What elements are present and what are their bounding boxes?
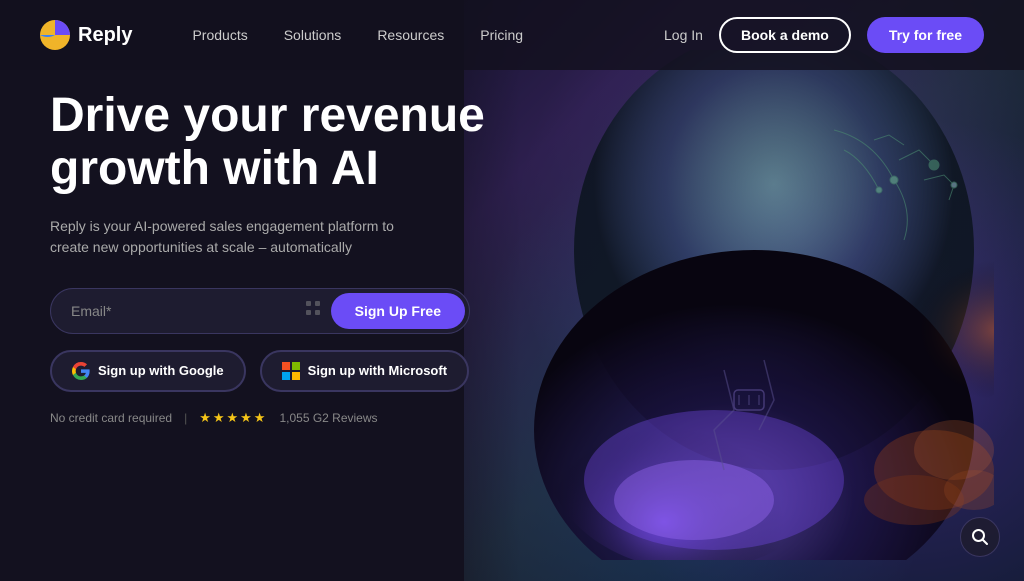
hero-content: Drive your revenue growth with AI Reply … [50,90,550,426]
no-card-text: No credit card required [50,411,172,425]
brand-name: Reply [78,24,132,47]
microsoft-btn-label: Sign up with Microsoft [308,363,447,378]
navbar: Reply Products Solutions Resources Prici… [0,0,1024,70]
nav-products[interactable]: Products [192,27,247,43]
social-buttons: Sign up with Google Sign up with Microso… [50,350,550,392]
grid-icon [305,300,321,321]
trust-bar: No credit card required | ★★★★★ 1,055 G2… [50,410,550,426]
nav-pricing[interactable]: Pricing [480,27,523,43]
microsoft-icon [282,362,300,380]
divider: | [184,411,187,425]
login-button[interactable]: Log In [664,27,703,43]
review-count: 1,055 G2 Reviews [279,411,377,425]
try-free-button[interactable]: Try for free [867,17,984,53]
email-form: Sign Up Free [50,288,470,334]
nav-right: Log In Book a demo Try for free [664,17,984,53]
headline-line1: Drive your revenue [50,89,485,142]
signup-free-button[interactable]: Sign Up Free [331,293,465,329]
logo-area: Reply [40,20,132,50]
star-rating: ★★★★★ [199,410,267,426]
hero-headline: Drive your revenue growth with AI [50,90,550,196]
search-button[interactable] [960,517,1000,557]
google-btn-label: Sign up with Google [98,363,224,378]
book-demo-button[interactable]: Book a demo [719,17,851,53]
page-wrapper: Reply Products Solutions Resources Prici… [0,0,1024,581]
reply-logo-icon [40,20,70,50]
nav-links: Products Solutions Resources Pricing [192,27,664,43]
microsoft-signup-button[interactable]: Sign up with Microsoft [260,350,469,392]
hero-subtext: Reply is your AI-powered sales engagemen… [50,216,420,258]
nav-solutions[interactable]: Solutions [284,27,342,43]
google-signup-button[interactable]: Sign up with Google [50,350,246,392]
google-icon [72,362,90,380]
email-input[interactable] [71,303,305,319]
headline-line2: growth with AI [50,142,379,195]
nav-resources[interactable]: Resources [377,27,444,43]
